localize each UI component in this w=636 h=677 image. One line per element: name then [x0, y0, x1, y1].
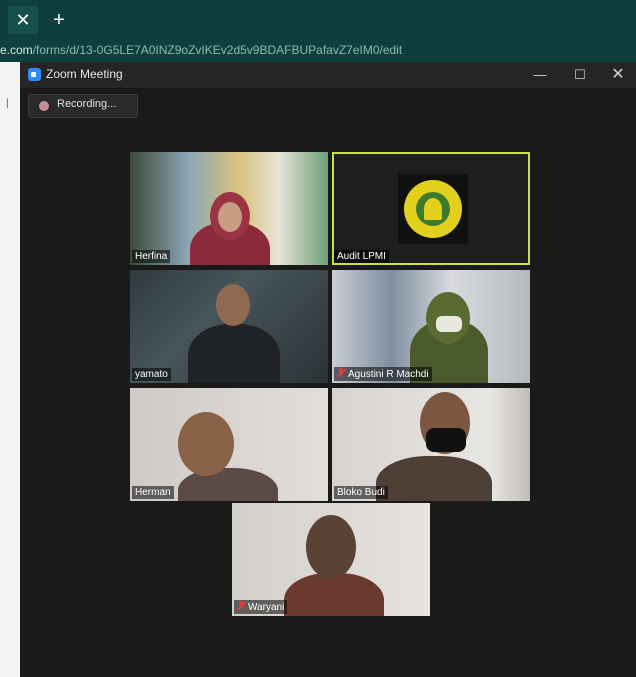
participant-head	[216, 284, 250, 326]
recording-label: Recording...	[57, 98, 117, 110]
video-tile-bloko-budi[interactable]: Bloko Budi	[332, 388, 530, 501]
window-title: Zoom Meeting	[46, 67, 123, 81]
url-text: e.com/forms/d/13-0G5LE7A0INZ9oZvIKEv2d5v…	[0, 43, 636, 57]
new-tab-button[interactable]: +	[46, 6, 72, 34]
browser-tab-bar: ✕ +	[0, 0, 636, 40]
close-tab-button[interactable]: ✕	[8, 6, 38, 34]
participant-name: Waryani	[234, 600, 288, 614]
minimize-button[interactable]: —	[520, 62, 560, 88]
url-path: /forms/d/13-0G5LE7A0INZ9oZvIKEv2d5v9BDAF…	[32, 43, 403, 57]
participant-name-text: Agustini R Machdi	[348, 369, 429, 380]
face-mask	[436, 316, 462, 332]
zoom-meeting-window: Zoom Meeting — ☐ ✕ Recording... Herfina …	[20, 62, 636, 677]
title-bar: Zoom Meeting — ☐ ✕	[20, 62, 636, 88]
participant-head	[178, 412, 234, 476]
participant-name: Agustini R Machdi	[334, 367, 432, 381]
participant-name-text: Waryani	[248, 602, 285, 613]
record-icon	[39, 101, 49, 111]
video-tile-herfina[interactable]: Herfina	[130, 152, 328, 265]
zoom-logo-icon	[28, 68, 41, 81]
mic-muted-icon	[237, 601, 245, 611]
university-logo-icon	[398, 174, 468, 244]
participant-figure	[188, 324, 280, 383]
participant-figure	[376, 456, 492, 501]
participant-name: yamato	[132, 368, 171, 381]
background-page: |	[0, 62, 21, 677]
participant-head	[306, 515, 356, 579]
page-edge-mark: |	[6, 98, 9, 109]
recording-indicator[interactable]: Recording...	[28, 94, 138, 118]
video-tile-audit-lpmi[interactable]: Audit LPMI	[332, 152, 530, 265]
participant-name: Bloko Budi	[334, 486, 388, 499]
video-tile-waryani[interactable]: Waryani	[232, 503, 430, 616]
video-tile-yamato[interactable]: yamato	[130, 270, 328, 383]
address-bar[interactable]: e.com/forms/d/13-0G5LE7A0INZ9oZvIKEv2d5v…	[0, 40, 636, 62]
video-tile-agustini[interactable]: Agustini R Machdi	[332, 270, 530, 383]
url-host: e.com	[0, 43, 33, 57]
participant-name: Herman	[132, 486, 174, 499]
participant-name: Herfina	[132, 250, 171, 263]
participant-figure	[284, 573, 384, 616]
face-mask	[426, 428, 466, 452]
participant-figure	[178, 468, 278, 501]
participant-face	[218, 202, 242, 232]
mic-muted-icon	[337, 368, 345, 378]
video-tile-herman[interactable]: Herman	[130, 388, 328, 501]
participant-name: Audit LPMI	[334, 250, 389, 263]
maximize-button[interactable]: ☐	[560, 62, 600, 88]
close-button[interactable]: ✕	[598, 62, 636, 88]
